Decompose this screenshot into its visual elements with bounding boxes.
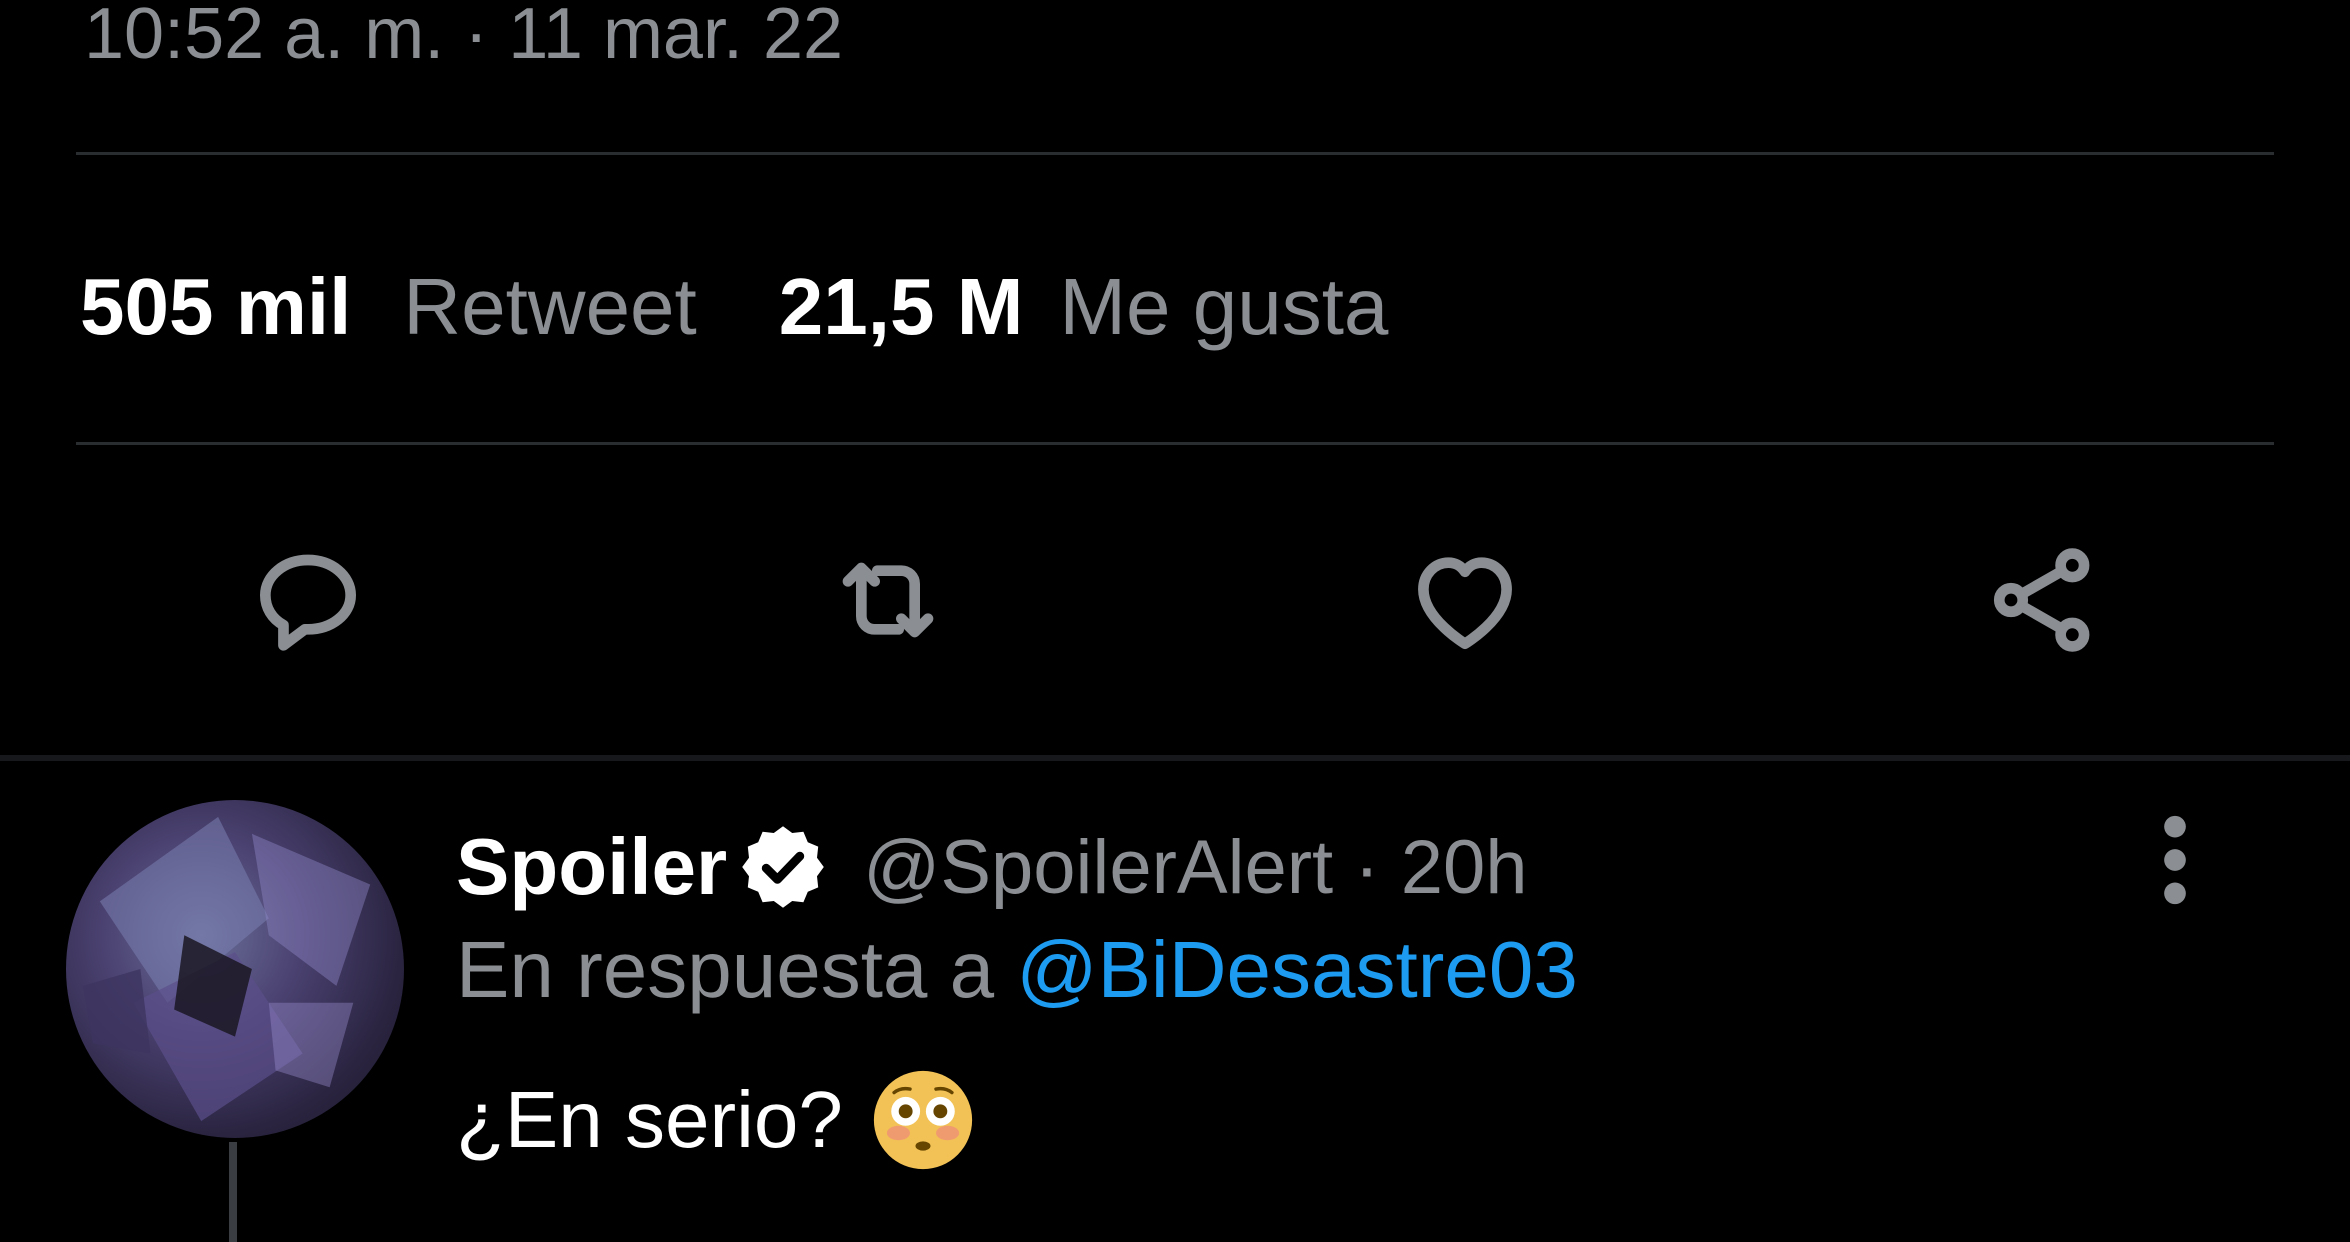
reply-header: Spoiler @SpoilerAlert · 20h xyxy=(456,812,1528,922)
thread-line xyxy=(229,1142,237,1242)
reply-icon xyxy=(260,554,356,651)
verified-badge xyxy=(733,817,833,917)
retweets-count[interactable]: 505 mil xyxy=(80,261,351,353)
display-name[interactable]: Spoiler xyxy=(456,821,727,913)
reply-context: En respuesta a @BiDesastre03 xyxy=(456,920,1578,1020)
tweet-actions xyxy=(0,530,2350,670)
reply-text: ¿En serio? xyxy=(456,1075,843,1164)
divider xyxy=(76,152,2274,155)
retweet-icon xyxy=(842,562,934,638)
likes-count[interactable]: 21,5 M xyxy=(779,261,1024,353)
like-button[interactable] xyxy=(1395,530,1535,670)
reply-button[interactable] xyxy=(238,530,378,670)
more-vertical-icon xyxy=(2164,815,2186,905)
avatar-image xyxy=(82,816,371,1122)
heart-icon xyxy=(1418,557,1512,650)
flushed-face-emoji xyxy=(871,1068,975,1172)
reply-mention-link[interactable]: @BiDesastre03 xyxy=(1016,925,1577,1014)
retweets-label[interactable]: Retweet xyxy=(403,261,696,353)
share-icon xyxy=(1993,548,2090,652)
verified-icon xyxy=(742,826,824,908)
divider xyxy=(76,442,2274,445)
more-options-button[interactable] xyxy=(2120,810,2230,910)
tweet-stats: 505 mil Retweet 21,5 M Me gusta xyxy=(80,252,1388,362)
section-separator xyxy=(0,755,2350,761)
share-button[interactable] xyxy=(1973,530,2113,670)
avatar[interactable] xyxy=(66,800,404,1138)
likes-label[interactable]: Me gusta xyxy=(1059,261,1388,353)
reply-body: ¿En serio? xyxy=(456,1065,975,1175)
retweet-button[interactable] xyxy=(818,530,958,670)
tweet-timestamp[interactable]: 10:52 a. m. · 11 mar. 22 xyxy=(84,0,843,76)
reply-context-label: En respuesta a xyxy=(456,925,1017,1014)
handle-timestamp[interactable]: @SpoilerAlert · 20h xyxy=(863,824,1527,911)
